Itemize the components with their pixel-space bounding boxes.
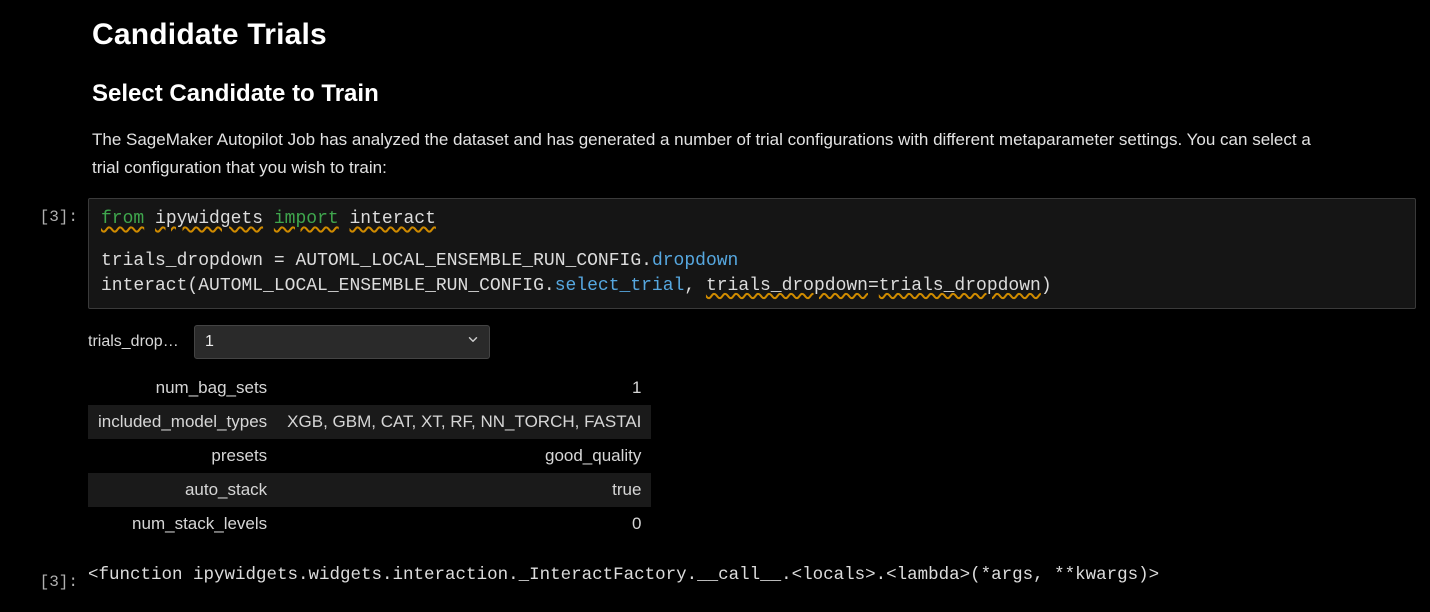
params-table: num_bag_sets1included_model_typesXGB, GB… <box>88 371 651 541</box>
code-cell: [3]: from ipywidgets import interact tri… <box>0 198 1430 309</box>
dropdown-wrap: 1 <box>194 325 490 359</box>
operator-eq: = <box>868 276 879 296</box>
dot: . <box>544 276 555 296</box>
blank-line <box>101 231 1403 249</box>
heading-select-candidate: Select Candidate to Train <box>92 80 1340 108</box>
paren-close: ) <box>1041 276 1052 296</box>
paren-open: ( <box>187 276 198 296</box>
attr-select-trial: select_trial <box>555 276 685 296</box>
table-row: num_stack_levels0 <box>88 507 651 541</box>
import-name: interact <box>350 209 436 229</box>
output-cell: [3]: <function ipywidgets.widgets.intera… <box>0 563 1430 591</box>
dropdown-row: trials_drop… 1 <box>88 325 1416 359</box>
param-value: XGB, GBM, CAT, XT, RF, NN_TORCH, FASTAI <box>277 405 651 439</box>
table-row: presetsgood_quality <box>88 439 651 473</box>
table-row: num_bag_sets1 <box>88 371 651 405</box>
param-value: 0 <box>277 507 651 541</box>
trials-dropdown[interactable]: 1 <box>194 325 490 359</box>
dot: . <box>641 251 652 271</box>
code-line-2: trials_dropdown = AUTOML_LOCAL_ENSEMBLE_… <box>101 249 1403 273</box>
params-tbody: num_bag_sets1included_model_typesXGB, GB… <box>88 371 651 541</box>
param-value: 1 <box>277 371 651 405</box>
param-key: presets <box>88 439 277 473</box>
dropdown-label: trials_drop… <box>88 333 184 351</box>
param-key: num_bag_sets <box>88 371 277 405</box>
param-key: num_stack_levels <box>88 507 277 541</box>
config-object: AUTOML_LOCAL_ENSEMBLE_RUN_CONFIG <box>295 251 641 271</box>
config-object: AUTOML_LOCAL_ENSEMBLE_RUN_CONFIG <box>198 276 544 296</box>
fn-interact: interact <box>101 276 187 296</box>
param-key: included_model_types <box>88 405 277 439</box>
attr-dropdown: dropdown <box>652 251 738 271</box>
code-editor[interactable]: from ipywidgets import interact trials_d… <box>88 198 1416 309</box>
comma: , <box>684 276 695 296</box>
param-key: auto_stack <box>88 473 277 507</box>
markdown-cell: Candidate Trials Select Candidate to Tra… <box>0 0 1430 198</box>
notebook: Candidate Trials Select Candidate to Tra… <box>0 0 1430 611</box>
var-lhs: trials_dropdown <box>101 251 263 271</box>
input-prompt: [3]: <box>0 198 88 226</box>
kwarg-name: trials_dropdown <box>706 276 868 296</box>
heading-candidate-trials: Candidate Trials <box>92 18 1340 52</box>
keyword-from: from <box>101 209 144 229</box>
widget-output: trials_drop… 1 num_bag_sets1included_mod… <box>88 325 1416 541</box>
table-row: auto_stacktrue <box>88 473 651 507</box>
param-value: true <box>277 473 651 507</box>
kwarg-value: trials_dropdown <box>879 276 1041 296</box>
operator-eq: = <box>274 251 285 271</box>
param-value: good_quality <box>277 439 651 473</box>
keyword-import: import <box>274 209 339 229</box>
output-prompt: [3]: <box>0 563 88 591</box>
output-repr: <function ipywidgets.widgets.interaction… <box>88 563 1416 585</box>
code-line-3: interact(AUTOML_LOCAL_ENSEMBLE_RUN_CONFI… <box>101 274 1403 298</box>
description-paragraph: The SageMaker Autopilot Job has analyzed… <box>92 126 1340 182</box>
code-line-1: from ipywidgets import interact <box>101 207 1403 231</box>
module-name: ipywidgets <box>155 209 263 229</box>
table-row: included_model_typesXGB, GBM, CAT, XT, R… <box>88 405 651 439</box>
